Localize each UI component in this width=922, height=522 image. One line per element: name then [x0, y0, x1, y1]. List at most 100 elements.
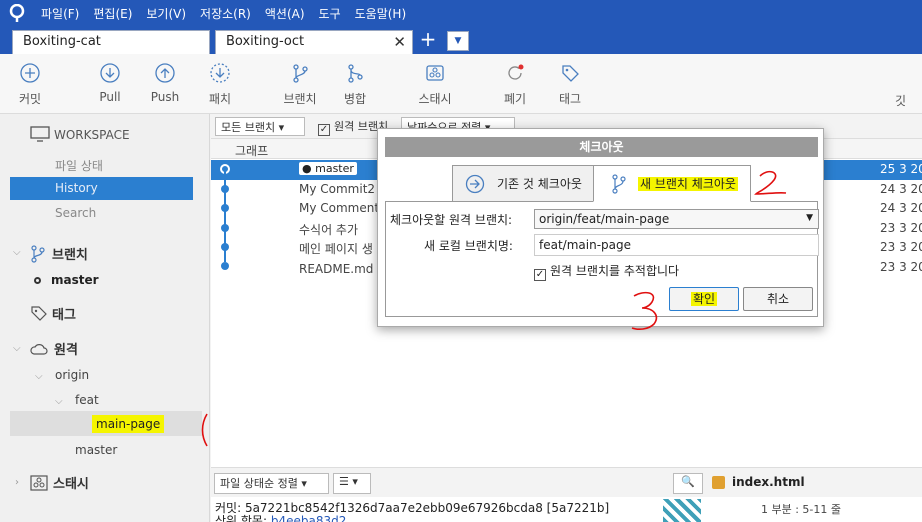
branch-label-badge: ● master: [299, 162, 357, 175]
push-button[interactable]: Push: [135, 62, 195, 104]
all-branches-dropdown[interactable]: 모든 브랜치 ▾: [215, 117, 305, 136]
file-icon: [712, 476, 725, 489]
tab-dropdown-button[interactable]: ▼: [447, 31, 469, 51]
parent-line: 상위 항목: b4eeba83d2: [215, 512, 346, 522]
close-tab-icon[interactable]: ✕: [393, 33, 406, 51]
menu-edit[interactable]: 편집(E): [86, 5, 139, 22]
author-avatar: [663, 499, 701, 522]
commit-node: [221, 224, 229, 232]
discard-icon: [508, 64, 524, 80]
menu-view[interactable]: 보기(V): [139, 5, 193, 22]
remote-branch-label: 체크아웃할 원격 브랜치:: [390, 213, 513, 227]
overflow-tool-label[interactable]: 깃: [895, 92, 922, 109]
sourcetree-logo-icon: [0, 0, 34, 26]
tab-boxiting-cat[interactable]: Boxiting-cat: [12, 30, 210, 54]
arrow-up-circle-icon: [155, 63, 175, 83]
patch-icon: [210, 63, 230, 83]
sidebar-section-branches[interactable]: 브랜치: [30, 244, 88, 263]
sidebar-item-origin-master[interactable]: master: [75, 443, 117, 457]
hunk-header: 1 부분 : 5-11 줄: [761, 503, 842, 516]
add-tab-button[interactable]: +: [418, 29, 438, 50]
search-icon: 🔍: [681, 475, 695, 488]
new-branch-panel: 체크아웃할 원격 브랜치: origin/feat/main-page ▼ 새 …: [385, 201, 819, 317]
branch-icon: [293, 64, 308, 83]
tab-checkout-existing[interactable]: 기존 것 체크아웃: [452, 165, 595, 202]
commit-node: [221, 204, 229, 212]
sidebar-item-history[interactable]: History: [10, 177, 193, 200]
tag-icon: [562, 65, 579, 82]
parent-hash-link[interactable]: b4eeba83d2: [271, 514, 347, 522]
file-sort-dropdown[interactable]: 파일 상태순 정렬 ▾: [214, 473, 329, 494]
tag-button[interactable]: 태그: [540, 62, 600, 107]
sidebar-item-main-page[interactable]: main-page: [10, 411, 202, 436]
sidebar-section-remote[interactable]: 원격: [30, 339, 78, 358]
chevron-down-icon[interactable]: ⌵: [13, 343, 21, 354]
arrow-down-circle-icon: [100, 63, 120, 83]
menu-help[interactable]: 도움말(H): [348, 5, 414, 22]
sidebar-item-file-status[interactable]: 파일 상태: [55, 157, 103, 174]
graph-column-header[interactable]: 그래프: [235, 142, 268, 159]
confirm-button[interactable]: 확인: [669, 287, 739, 311]
branch-button[interactable]: 브랜치: [270, 62, 330, 107]
stash-icon: [30, 475, 48, 491]
checkout-dialog: 체크아웃 기존 것 체크아웃 새 브랜치 체크아웃 체크아웃할 원격 브랜치: …: [377, 128, 824, 327]
local-branch-name-input[interactable]: feat/main-page: [534, 234, 819, 256]
local-branch-label: 새 로컬 브랜치명:: [424, 239, 513, 253]
branch-icon: [31, 245, 45, 263]
cancel-button[interactable]: 취소: [743, 287, 813, 311]
menu-bar: 파일(F) 편집(E) 보기(V) 저장소(R) 액션(A) 도구 도움말(H): [0, 0, 922, 26]
arrow-right-circle-icon: [465, 174, 485, 194]
commit-node: [221, 262, 229, 270]
chevron-down-icon[interactable]: ⌵: [35, 371, 43, 382]
cloud-icon: [30, 344, 48, 355]
list-icon: ☰: [339, 475, 349, 488]
chevron-down-icon[interactable]: ⌵: [55, 396, 63, 407]
dialog-title: 체크아웃: [385, 137, 818, 157]
sidebar-item-feat[interactable]: feat: [75, 393, 99, 407]
chevron-down-icon: ▼: [806, 213, 813, 223]
search-button[interactable]: 🔍: [673, 473, 703, 494]
diff-file-name: index.html: [732, 475, 805, 489]
checkbox-icon: ✓: [534, 269, 546, 281]
chevron-down-icon[interactable]: ⌵: [13, 247, 21, 258]
repo-tab-bar: Boxiting-cat Boxiting-oct ✕ + ▼: [0, 26, 922, 54]
monitor-icon: [30, 126, 50, 142]
commit-node: [221, 243, 229, 251]
merge-icon: [348, 64, 363, 83]
workspace-header: WORKSPACE: [30, 126, 130, 143]
chevron-right-icon[interactable]: ›: [15, 477, 19, 488]
commit-button[interactable]: 커밋: [0, 62, 60, 107]
discard-button[interactable]: 폐기: [485, 62, 545, 107]
sidebar: WORKSPACE 파일 상태 History Search ⌵ 브랜치 mas…: [0, 114, 210, 522]
patch-button[interactable]: 패치: [190, 62, 250, 107]
sidebar-item-master[interactable]: master: [34, 273, 99, 287]
plus-circle-icon: [20, 63, 40, 83]
view-mode-dropdown[interactable]: ☰ ▾: [333, 473, 371, 494]
tab-boxiting-oct[interactable]: Boxiting-oct ✕: [215, 30, 413, 54]
commit-node: [221, 185, 229, 193]
current-branch-icon: [34, 277, 41, 284]
tag-icon: [31, 306, 47, 321]
toolbar: 커밋 Pull Push 패치 브랜치 병합 스태시 폐기 태그 깃: [0, 54, 922, 114]
tab-label: Boxiting-oct: [226, 34, 305, 49]
remote-branch-select[interactable]: origin/feat/main-page ▼: [534, 209, 819, 229]
sidebar-section-tags[interactable]: 태그: [30, 304, 76, 323]
tab-checkout-new-branch[interactable]: 새 브랜치 체크아웃: [593, 165, 751, 202]
checkbox-icon: ✓: [318, 124, 330, 136]
tab-label: Boxiting-cat: [23, 34, 101, 49]
pull-button[interactable]: Pull: [80, 62, 140, 104]
commit-details: 커밋: 5a7221bc8542f1326d7aa7e2ebb09e67926b…: [211, 497, 922, 522]
stash-icon: [426, 65, 444, 81]
track-remote-checkbox[interactable]: ✓ 원격 브랜치를 추적합니다: [534, 262, 679, 281]
sidebar-item-origin[interactable]: origin: [55, 368, 89, 382]
menu-actions[interactable]: 액션(A): [258, 5, 312, 22]
menu-tools[interactable]: 도구: [312, 5, 348, 22]
sidebar-item-search[interactable]: Search: [55, 206, 96, 220]
merge-button[interactable]: 병합: [325, 62, 385, 107]
menu-file[interactable]: 파일(F): [34, 5, 86, 22]
stash-button[interactable]: 스태시: [405, 62, 465, 107]
sidebar-section-stash[interactable]: 스태시: [30, 473, 89, 492]
menu-repository[interactable]: 저장소(R): [193, 5, 258, 22]
branch-icon: [612, 174, 626, 194]
details-toolbar: 파일 상태순 정렬 ▾ ☰ ▾ 🔍 index.html: [211, 467, 922, 497]
